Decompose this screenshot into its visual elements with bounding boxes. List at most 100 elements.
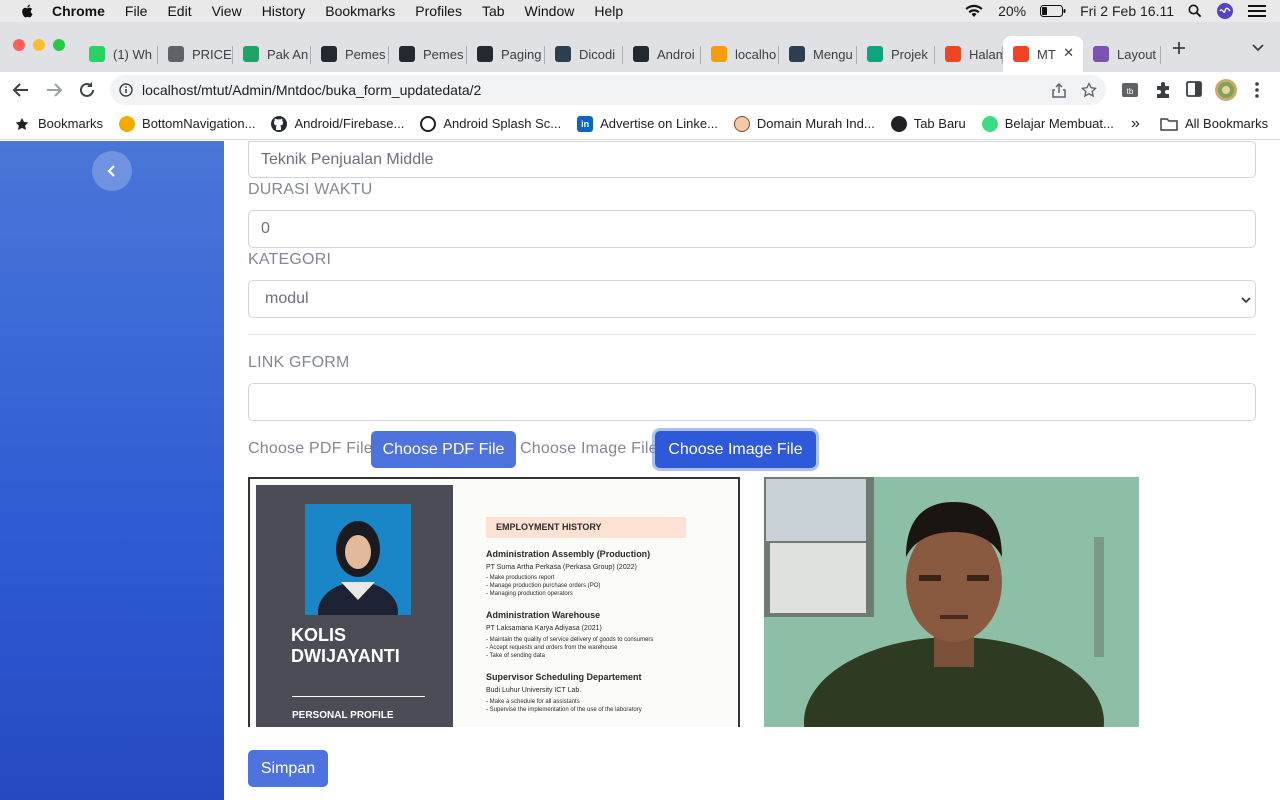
browser-menu-icon[interactable] [1254,81,1260,99]
cv-job-bullet: - Maintain the quality of service delive… [486,637,654,643]
menu-profiles[interactable]: Profiles [415,3,462,19]
tab-9[interactable]: Mengu [779,36,857,72]
kategori-select[interactable]: modul [248,280,1256,318]
admin-sidebar [0,141,224,800]
bookmark-item-tab-baru[interactable]: Tab Baru [890,115,966,132]
bookmark-item-linkedin[interactable]: in Advertise on Linke... [577,115,718,132]
github-icon [399,46,415,62]
phpmyadmin-icon [711,46,727,62]
title-field[interactable]: Teknik Penjualan Middle [248,141,1256,178]
tab-label: Pemes [423,46,464,62]
bookmark-item-bottomnavigation[interactable]: BottomNavigation... [119,115,256,132]
cv-job-title: Supervisor Scheduling Departement [486,672,642,682]
forward-arrow-icon[interactable] [45,81,63,99]
tab-6[interactable]: Dicodi [545,36,623,72]
siri-icon[interactable] [1216,2,1234,20]
tab-4[interactable]: Pemes [389,36,467,72]
menu-window[interactable]: Window [525,3,575,19]
gform-link-input[interactable] [248,383,1256,421]
bookmark-item-android-splash[interactable]: Android Splash Sc... [420,115,561,132]
menu-help[interactable]: Help [594,3,623,19]
menu-view[interactable]: View [212,3,242,19]
menu-edit[interactable]: Edit [167,3,191,19]
tab-3[interactable]: Pemes [311,36,389,72]
wifi-icon[interactable] [964,4,984,18]
pdf-file-label: Choose PDF File [248,440,373,457]
update-form-content: Teknik Penjualan Middle DURASI WAKTU 0 K… [224,141,1280,800]
extension-icon[interactable]: tb [1121,81,1139,99]
browser-tab-strip: (1) Wh PRICE Pak An Pemes Pemes Paging Dicodi A… [0,22,1280,72]
tab-1[interactable]: PRICE [158,36,233,72]
window-close-button[interactable] [13,39,25,51]
divider [248,334,1256,335]
choose-image-button[interactable]: Choose Image File [655,431,816,468]
address-bar[interactable]: localhost/mtut/Admin/Mntdoc/buka_form_up… [110,75,1106,105]
tab-label: Halam [969,46,1003,62]
tab-0[interactable]: (1) Wh [79,36,158,72]
menu-app-chrome[interactable]: Chrome [52,3,105,19]
back-arrow-icon[interactable] [12,81,30,99]
spotlight-search-icon[interactable] [1188,4,1202,18]
tab-close-icon[interactable]: ✕ [1063,45,1074,61]
bookmark-item-android-firebase[interactable]: Android/Firebase... [271,115,404,132]
simpan-button[interactable]: Simpan [248,750,328,787]
side-panel-icon[interactable] [1186,81,1202,97]
apple-icon[interactable] [18,3,38,19]
tab-13[interactable]: Layout [1083,36,1161,72]
new-tab-icon[interactable] [1172,41,1186,55]
tab-search-chevron-icon[interactable] [1251,43,1265,53]
tab-12[interactable]: MT ✕ [1003,36,1083,72]
cv-job-company: PT Suma Artha Perkasa (Perkasa Group) (2… [486,564,637,571]
control-center-icon[interactable] [1248,4,1266,18]
tab-11[interactable]: Halam [935,36,1003,72]
cv-job-bullet: - Make productions report [486,575,555,581]
bookmarks-overflow-chevron-icon[interactable]: » [1131,115,1140,133]
tab-2[interactable]: Pak An [233,36,311,72]
dicoding-icon [555,46,571,62]
share-icon[interactable] [1052,83,1066,98]
menu-bookmarks[interactable]: Bookmarks [325,3,395,19]
linkedin-icon: in [577,115,594,132]
drive-icon [243,46,259,62]
choose-pdf-button[interactable]: Choose PDF File [371,431,516,468]
cv-job-bullet: - Managing production operators [486,591,573,597]
durasi-field[interactable]: 0 [248,210,1256,248]
menu-history[interactable]: History [262,3,306,19]
clock[interactable]: Fri 2 Feb 16.11 [1080,3,1174,19]
bootstrap-icon [1093,46,1109,62]
tab-8[interactable]: localho [701,36,779,72]
tab-10[interactable]: Projek [857,36,935,72]
menu-tab[interactable]: Tab [482,3,505,19]
codeigniter-icon [1013,46,1029,62]
cv-job-company: Budi Luhur University ICT Lab. [486,687,582,694]
cv-job-bullet: - Make a schedule for all assistants [486,699,580,705]
browser-toolbar: localhost/mtut/Admin/Mntdoc/buka_form_up… [0,72,1280,108]
bookmark-star-icon[interactable] [1081,82,1097,98]
title-field-value: Teknik Penjualan Middle [261,150,434,168]
profile-photo [305,504,411,615]
tab-label: MT [1037,46,1056,62]
reload-icon[interactable] [78,81,96,99]
tab-label: Mengu [813,46,853,62]
bookmark-item-domain-murah[interactable]: Domain Murah Ind... [733,115,875,132]
profile-avatar[interactable] [1214,78,1238,102]
tab-5[interactable]: Paging [467,36,545,72]
url-text[interactable]: localhost/mtut/Admin/Mntdoc/buka_form_up… [142,82,481,98]
cv-left-column: KOLIS DWIJAYANTI PERSONAL PROFILE [256,485,453,727]
bookmark-item-bookmarks[interactable]: Bookmarks [15,116,103,131]
battery-percentage: 20% [998,3,1027,19]
menu-file[interactable]: File [125,3,148,19]
cv-job-title: Administration Warehouse [486,610,601,620]
all-bookmarks-button[interactable]: All Bookmarks [1160,116,1268,131]
puzzle-extensions-icon[interactable] [1154,81,1172,99]
tab-7[interactable]: Androi [623,36,701,72]
cv-name-first: KOLIS [291,625,347,645]
bookmark-label: BottomNavigation... [142,116,256,131]
sidebar-toggle-button[interactable] [92,151,132,191]
window-zoom-button[interactable] [53,39,65,51]
bookmark-item-belajar-membuat[interactable]: Belajar Membuat... [981,115,1114,132]
battery-icon[interactable] [1040,5,1066,17]
kategori-label: KATEGORI [248,251,332,268]
site-info-icon[interactable] [119,83,133,97]
window-minimize-button[interactable] [33,39,45,51]
